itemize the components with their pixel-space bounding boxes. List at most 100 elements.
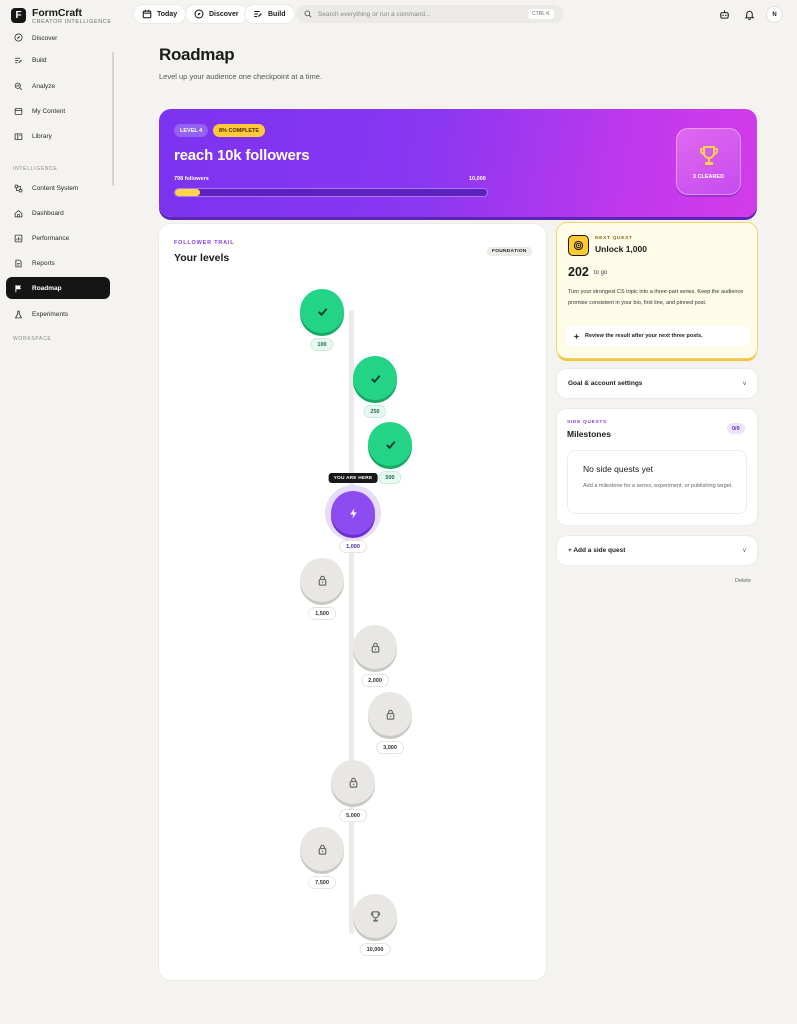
assistant-button[interactable] xyxy=(717,7,731,21)
quest-remaining: 202 xyxy=(568,265,589,279)
sidebar-item-performance[interactable]: Performance xyxy=(6,227,110,249)
build-button[interactable]: Build xyxy=(245,5,294,23)
home-icon xyxy=(14,209,23,217)
chart-icon xyxy=(14,234,23,242)
sidebar-item-dashboard[interactable]: Dashboard xyxy=(6,202,110,224)
lock-icon xyxy=(371,642,379,653)
build-icon xyxy=(254,11,262,17)
empty-state-description: Add a milestone for a series, experiment… xyxy=(583,483,733,489)
lock-icon xyxy=(318,575,326,586)
sidebar-scrollbar[interactable] xyxy=(112,52,114,186)
quest-tip-text: Review the result after your next three … xyxy=(585,333,703,339)
trophy-label: 3 CLEARED xyxy=(692,173,725,180)
target-icon xyxy=(568,235,589,256)
sidebar-item-label: Dashboard xyxy=(32,209,64,217)
goal-settings-accordion[interactable]: Goal & account settings v xyxy=(557,369,757,398)
library-icon xyxy=(14,132,23,140)
sidebar-item-reports[interactable]: Reports xyxy=(6,252,110,274)
sidebar-item-label: Library xyxy=(32,132,52,140)
level-node[interactable] xyxy=(331,491,375,535)
flask-icon xyxy=(14,310,23,318)
level-node-label: 10,000 xyxy=(360,944,390,955)
sidebar-item-library[interactable]: Library xyxy=(6,125,110,147)
check-icon xyxy=(370,374,380,383)
search-shortcut: CTRL K xyxy=(528,9,554,19)
today-button[interactable]: Today xyxy=(134,5,186,23)
sidebar-item-label: Build xyxy=(32,56,47,64)
level-node[interactable] xyxy=(300,827,344,871)
progress-start-label: 798 followers xyxy=(174,176,209,182)
level-node[interactable] xyxy=(353,625,397,669)
sidebar-item-my-content[interactable]: My Content xyxy=(6,100,110,122)
trail-title: Your levels xyxy=(174,252,230,264)
sidebar-section-intelligence: INTELLIGENCE xyxy=(13,166,58,172)
top-bar: F FormCraft CREATOR INTELLIGENCE Today D… xyxy=(0,0,797,30)
trophy-icon xyxy=(699,145,718,165)
level-node[interactable] xyxy=(368,422,412,466)
side-quests-count: 0/0 xyxy=(727,423,745,434)
flag-icon xyxy=(15,284,22,292)
page-subtitle: Level up your audience one checkpoint at… xyxy=(159,72,323,81)
level-node-label: 3,000 xyxy=(377,742,403,753)
cleared-trophy: 3 CLEARED xyxy=(676,128,741,195)
foundation-tag: FOUNDATION xyxy=(487,247,532,256)
level-badge: LEVEL 4 xyxy=(174,124,209,137)
level-node-label: 500 xyxy=(379,472,401,483)
level-node[interactable] xyxy=(353,356,397,400)
check-icon xyxy=(385,440,395,449)
app-logo[interactable]: F xyxy=(11,8,26,23)
next-quest-card: NEXT QUEST Unlock 1,000 202 to go Turn y… xyxy=(557,223,757,358)
brand[interactable]: FormCraft CREATOR INTELLIGENCE xyxy=(32,7,112,25)
chevron-down-icon: v xyxy=(743,380,746,387)
delete-link[interactable]: Delete xyxy=(735,578,751,584)
progress-end-label: 10,000 xyxy=(469,176,486,182)
level-node-label: 5,000 xyxy=(340,810,366,821)
level-node[interactable] xyxy=(353,894,397,938)
system-icon xyxy=(14,184,23,192)
user-avatar[interactable]: N xyxy=(767,7,782,22)
complete-badge: 8% COMPLETE xyxy=(213,124,266,137)
quest-tip: Review the result after your next three … xyxy=(566,326,749,346)
progress-bar xyxy=(174,188,488,197)
sidebar-item-analyze[interactable]: Analyze xyxy=(6,75,110,97)
level-node-label: 7,500 xyxy=(309,877,335,888)
sidebar-item-label: My Content xyxy=(32,107,66,115)
page-title: Roadmap xyxy=(159,45,235,64)
sidebar-item-discover[interactable]: Discover xyxy=(6,24,110,44)
content-icon xyxy=(14,107,23,115)
level-node[interactable] xyxy=(300,558,344,602)
follower-trail-card: FOLLOWER TRAIL Your levels FOUNDATION YO… xyxy=(159,224,546,980)
bell-icon xyxy=(744,10,754,20)
lock-icon xyxy=(349,777,357,788)
sidebar-item-experiments[interactable]: Experiments xyxy=(6,303,110,325)
notifications-button[interactable] xyxy=(742,7,756,21)
search-icon xyxy=(304,10,312,18)
lock-icon xyxy=(318,844,326,855)
discover-button[interactable]: Discover xyxy=(186,5,247,23)
sidebar-item-content-system[interactable]: Content System xyxy=(6,177,110,199)
search-input[interactable] xyxy=(318,10,528,18)
goal-settings-label: Goal & account settings xyxy=(568,380,643,387)
level-node-label: 1,500 xyxy=(309,608,335,619)
lightning-icon xyxy=(349,507,357,519)
trophy-icon xyxy=(370,910,380,922)
calendar-icon xyxy=(142,9,152,19)
quest-eyebrow: NEXT QUEST xyxy=(595,236,633,241)
level-node-label: 2,000 xyxy=(362,675,388,686)
report-icon xyxy=(15,259,22,267)
side-quests-eyebrow: SIDE QUESTS xyxy=(567,420,607,425)
level-node[interactable] xyxy=(368,692,412,736)
level-node[interactable] xyxy=(300,289,344,333)
side-quests-empty-state: No side quests yet Add a milestone for a… xyxy=(567,450,747,514)
you-are-here-tag: YOU ARE HERE xyxy=(328,473,378,483)
level-node-label: 100 xyxy=(311,339,333,350)
level-node[interactable] xyxy=(331,760,375,804)
add-side-quest-accordion[interactable]: + Add a side quest v xyxy=(557,536,757,565)
search-bar[interactable]: CTRL K xyxy=(296,5,563,23)
sidebar-item-build[interactable]: Build xyxy=(6,49,110,71)
sidebar-item-label: Analyze xyxy=(32,82,56,90)
level-node-label: 1,000 xyxy=(340,541,366,552)
compass-icon xyxy=(14,33,23,42)
sidebar-item-label: Discover xyxy=(32,35,58,42)
sidebar-item-roadmap[interactable]: Roadmap xyxy=(6,277,110,299)
